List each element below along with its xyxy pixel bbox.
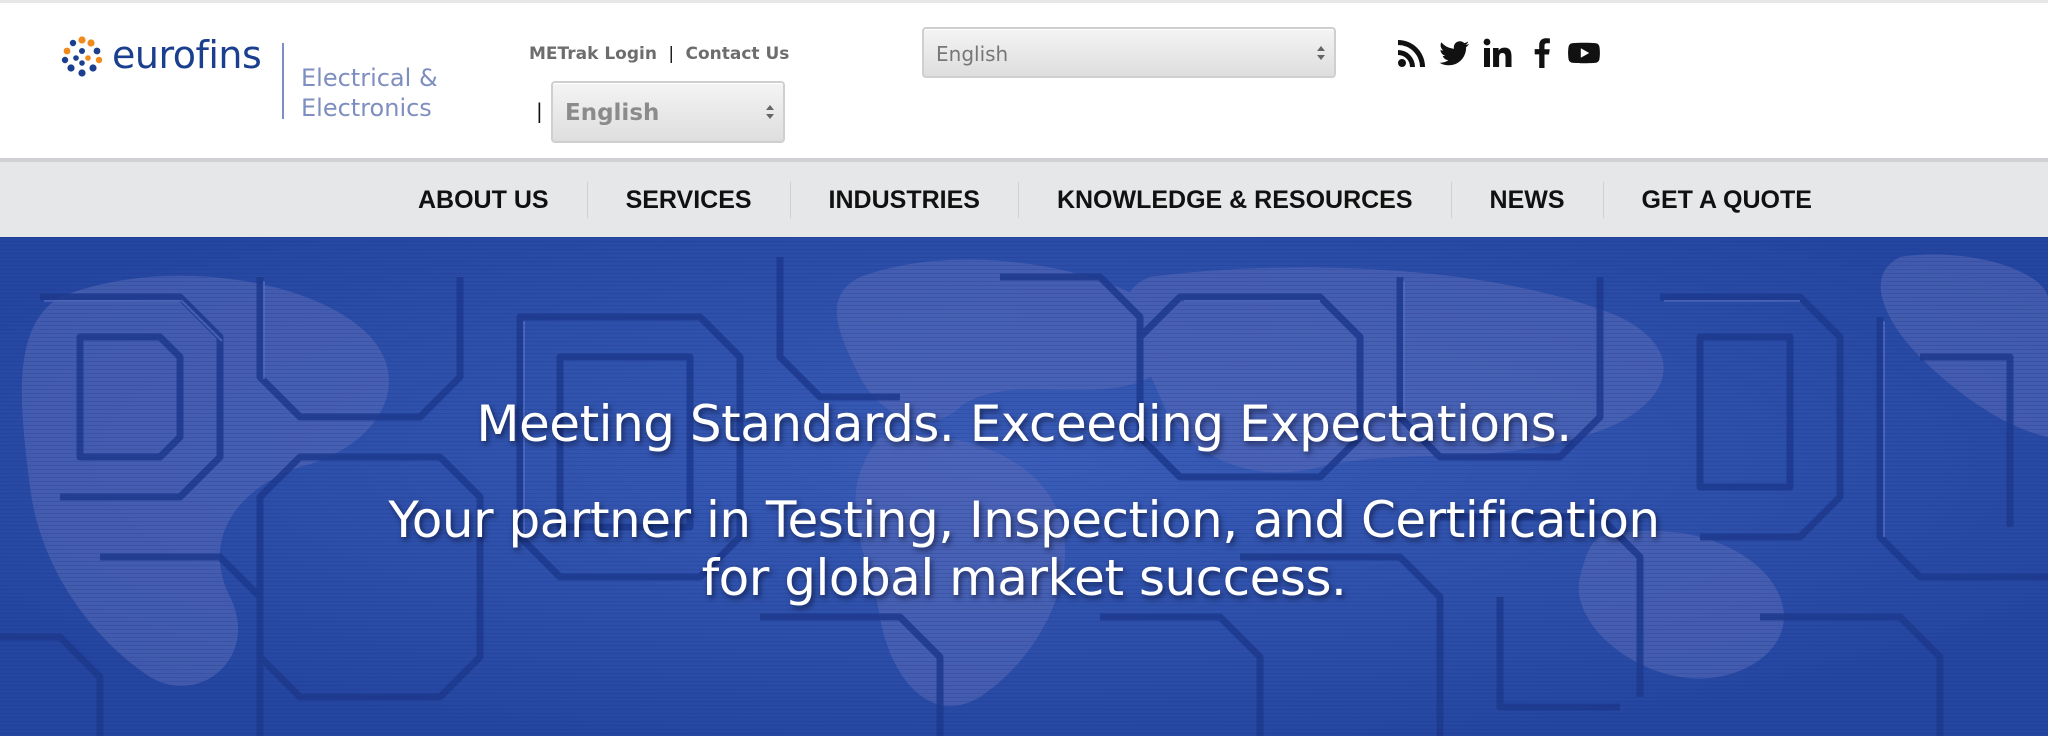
division-name: Electrical & Electronics bbox=[301, 63, 438, 123]
division-line-2: Electronics bbox=[301, 94, 432, 122]
logo-divider bbox=[282, 43, 284, 119]
main-navigation: ABOUT US SERVICES INDUSTRIES KNOWLEDGE &… bbox=[0, 158, 2048, 237]
site-header: eurofins Electrical & Electronics METrak… bbox=[0, 0, 2048, 158]
hero-subheadline: Your partner in Testing, Inspection, and… bbox=[388, 491, 1660, 607]
contact-us-link[interactable]: Contact Us bbox=[686, 44, 790, 64]
linkedin-icon[interactable] bbox=[1482, 37, 1514, 69]
language-separator: | bbox=[536, 99, 543, 123]
language-select-top[interactable]: English bbox=[922, 27, 1336, 78]
metrak-login-link[interactable]: METrak Login bbox=[529, 44, 657, 64]
nav-item-services[interactable]: SERVICES bbox=[588, 181, 791, 218]
hero-text: Meeting Standards. Exceeding Expectation… bbox=[0, 237, 2048, 736]
twitter-icon[interactable] bbox=[1438, 37, 1470, 69]
nav-item-news[interactable]: NEWS bbox=[1452, 181, 1604, 218]
nav-item-knowledge-resources[interactable]: KNOWLEDGE & RESOURCES bbox=[1019, 181, 1452, 218]
facebook-icon[interactable] bbox=[1526, 37, 1558, 69]
rss-icon[interactable] bbox=[1396, 37, 1428, 69]
page: eurofins Electrical & Electronics METrak… bbox=[0, 0, 2048, 736]
language-select-small[interactable]: English bbox=[551, 81, 785, 143]
nav-item-about-us[interactable]: ABOUT US bbox=[380, 181, 588, 218]
brand-name: eurofins bbox=[112, 33, 262, 77]
youtube-icon[interactable] bbox=[1568, 37, 1600, 69]
division-line-1: Electrical & bbox=[301, 64, 438, 92]
eurofins-logo[interactable]: eurofins Electrical & Electronics bbox=[60, 33, 460, 123]
nav-items: ABOUT US SERVICES INDUSTRIES KNOWLEDGE &… bbox=[380, 162, 1850, 237]
language-select-top-value: English bbox=[936, 42, 1009, 66]
nav-item-industries[interactable]: INDUSTRIES bbox=[791, 181, 1019, 218]
select-arrows-icon bbox=[1317, 45, 1325, 60]
utility-links: METrak Login | Contact Us bbox=[529, 44, 789, 64]
hero-headline: Meeting Standards. Exceeding Expectation… bbox=[476, 395, 1572, 453]
nav-item-get-a-quote[interactable]: GET A QUOTE bbox=[1604, 182, 1850, 218]
select-arrows-icon bbox=[766, 105, 774, 119]
hero-banner: Meeting Standards. Exceeding Expectation… bbox=[0, 237, 2048, 736]
link-separator: | bbox=[668, 44, 675, 64]
language-select-small-value: English bbox=[565, 100, 660, 126]
eurofins-dots-logo-icon bbox=[61, 36, 103, 77]
